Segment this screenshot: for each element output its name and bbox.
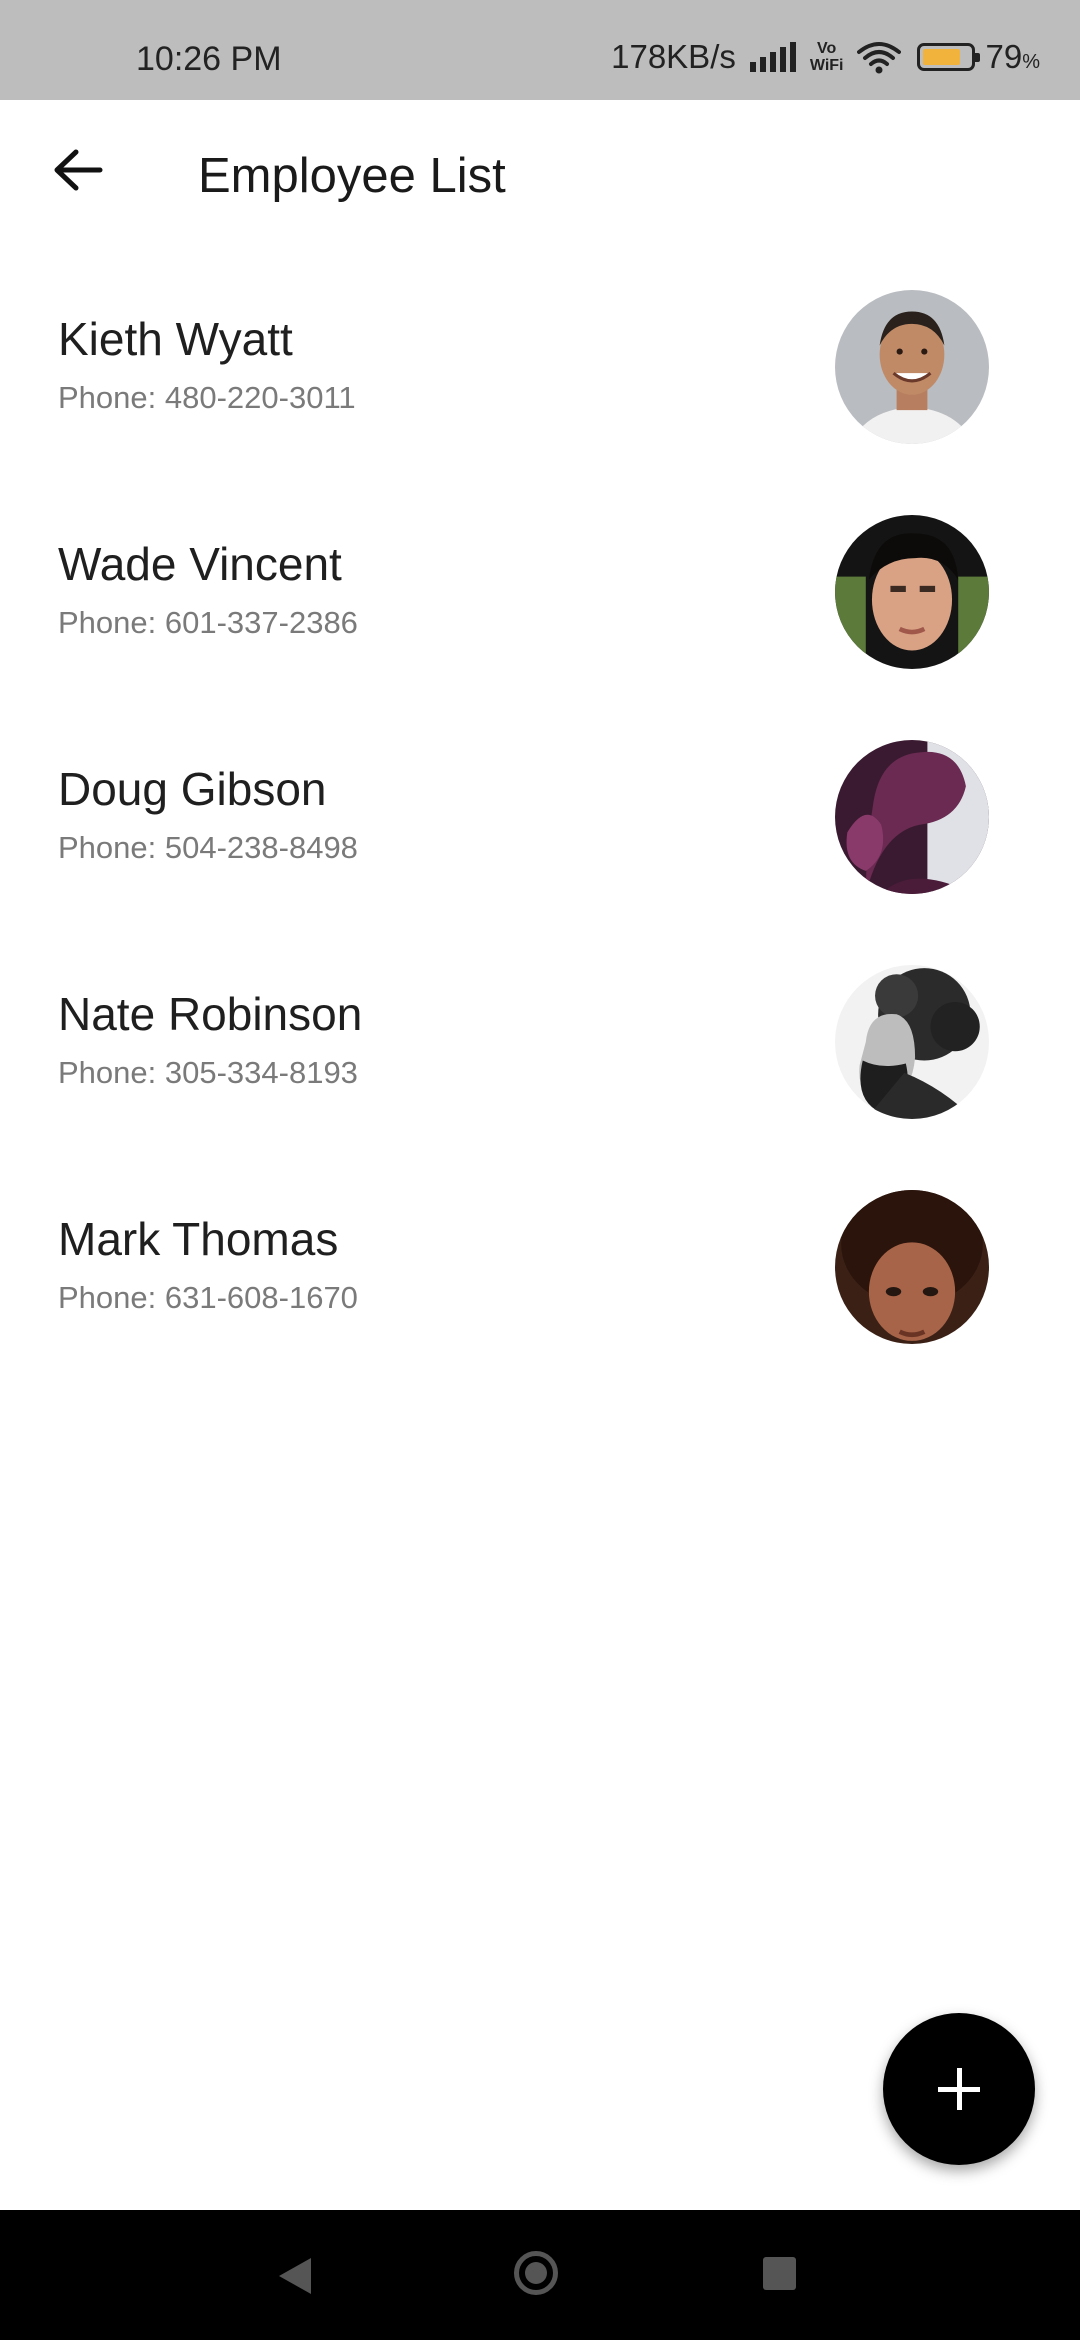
battery-percent-sign: % bbox=[1022, 51, 1040, 73]
battery-percent-value: 79 bbox=[985, 38, 1023, 75]
employee-phone: Phone: 504-238-8498 bbox=[58, 830, 358, 865]
wifi-icon bbox=[857, 42, 902, 74]
employee-list: Kieth Wyatt Phone: 480-220-3011 Wade Vin… bbox=[0, 268, 1080, 1393]
app-bar: Employee List bbox=[0, 100, 1080, 258]
employee-phone: Phone: 305-334-8193 bbox=[58, 1055, 358, 1090]
arrow-left-icon bbox=[54, 149, 103, 191]
back-button[interactable] bbox=[40, 132, 116, 208]
status-time: 10:26 PM bbox=[136, 40, 282, 78]
page-title: Employee List bbox=[198, 149, 506, 203]
employee-name: Wade Vincent bbox=[58, 538, 342, 590]
employee-phone: Phone: 601-337-2386 bbox=[58, 605, 358, 640]
add-employee-button[interactable] bbox=[883, 2013, 1035, 2165]
list-item[interactable]: Mark Thomas Phone: 631-608-1670 bbox=[0, 1168, 1080, 1393]
signal-icon bbox=[749, 42, 796, 72]
status-bar: 10:26 PM 178KB/s Vo WiFi 79% bbox=[0, 0, 1080, 100]
back-triangle-icon[interactable] bbox=[279, 2258, 311, 2294]
battery-level-fill bbox=[923, 49, 960, 65]
avatar bbox=[835, 740, 989, 894]
vowifi-icon: Vo WiFi bbox=[810, 40, 844, 74]
employee-name: Kieth Wyatt bbox=[58, 313, 293, 365]
avatar bbox=[835, 1190, 989, 1344]
battery-percent: 79% bbox=[985, 38, 1040, 76]
list-item[interactable]: Kieth Wyatt Phone: 480-220-3011 bbox=[0, 268, 1080, 493]
vowifi-wifi-label: WiFi bbox=[809, 57, 844, 74]
avatar bbox=[835, 515, 989, 669]
home-circle-icon[interactable] bbox=[514, 2251, 558, 2295]
plus-icon bbox=[938, 2068, 980, 2110]
vowifi-vo-label: Vo bbox=[817, 40, 837, 57]
employee-phone: Phone: 480-220-3011 bbox=[58, 380, 356, 415]
recents-square-icon[interactable] bbox=[763, 2257, 796, 2290]
employee-name: Mark Thomas bbox=[58, 1213, 339, 1265]
status-indicators: 178KB/s Vo WiFi 79% bbox=[611, 38, 1040, 76]
avatar bbox=[835, 290, 989, 444]
battery-icon bbox=[917, 43, 981, 71]
list-item[interactable]: Doug Gibson Phone: 504-238-8498 bbox=[0, 718, 1080, 943]
employee-name: Nate Robinson bbox=[58, 988, 363, 1040]
avatar bbox=[835, 965, 989, 1119]
list-item[interactable]: Wade Vincent Phone: 601-337-2386 bbox=[0, 493, 1080, 718]
list-item[interactable]: Nate Robinson Phone: 305-334-8193 bbox=[0, 943, 1080, 1168]
employee-phone: Phone: 631-608-1670 bbox=[58, 1280, 358, 1315]
system-nav-bar bbox=[0, 2210, 1080, 2340]
network-speed: 178KB/s bbox=[611, 38, 736, 75]
employee-name: Doug Gibson bbox=[58, 763, 327, 815]
